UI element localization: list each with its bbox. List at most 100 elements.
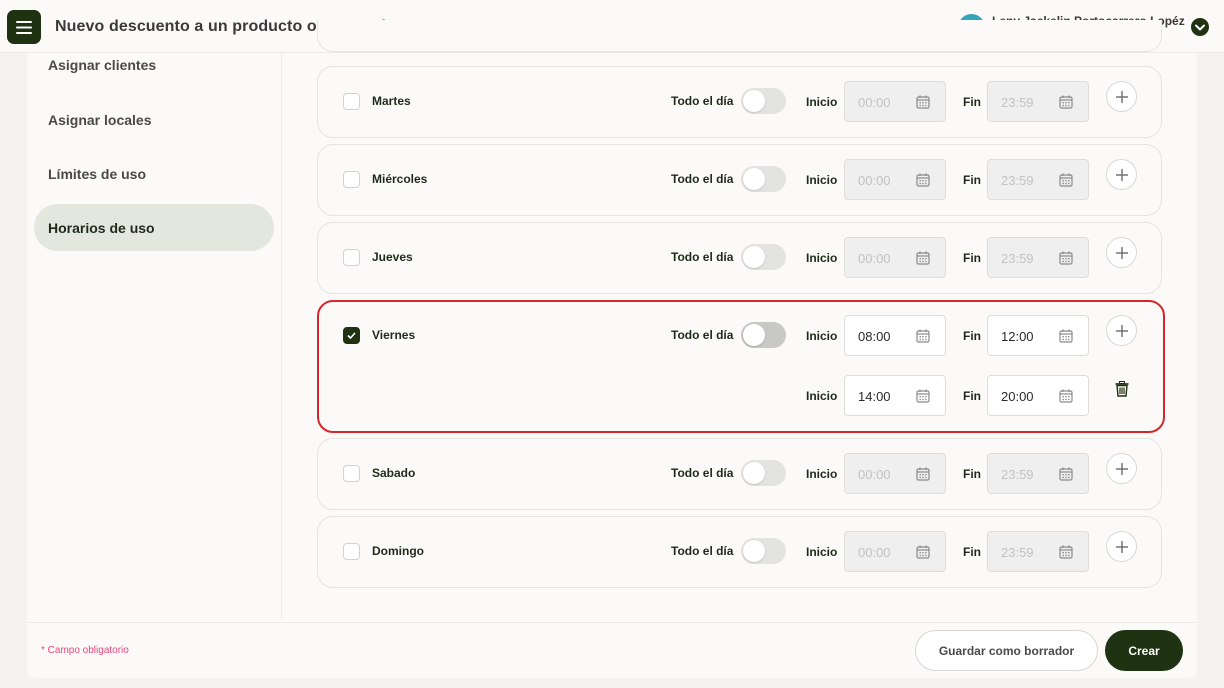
plus-icon — [1115, 168, 1128, 181]
day-miercoles-all-day-toggle[interactable] — [741, 166, 786, 192]
calendar-icon — [916, 389, 930, 403]
calendar-icon — [916, 545, 930, 559]
day-martes-slot0-end-label: Fin — [963, 95, 981, 109]
time-value: 23:59 — [1001, 545, 1034, 560]
day-sabado-slot0-start-time[interactable]: 00:00 — [844, 453, 946, 494]
calendar-icon — [916, 251, 930, 265]
day-sabado-slot0-end-label: Fin — [963, 467, 981, 481]
day-viernes-slot0-start-time[interactable]: 08:00 — [844, 315, 946, 356]
day-martes-all-day-toggle[interactable] — [741, 88, 786, 114]
calendar-icon — [1059, 95, 1073, 109]
day-domingo-slot0-start-time[interactable]: 00:00 — [844, 531, 946, 572]
day-domingo-all-day-label: Todo el día — [671, 544, 734, 558]
sidebar-divider — [281, 53, 282, 620]
calendar-icon — [916, 329, 930, 343]
day-viernes-slot0-end-label: Fin — [963, 329, 981, 343]
day-viernes-all-day-toggle[interactable] — [741, 322, 786, 348]
calendar-icon — [1059, 467, 1073, 481]
time-value: 08:00 — [858, 329, 891, 344]
day-miercoles-slot0-start-time[interactable]: 00:00 — [844, 159, 946, 200]
time-value: 12:00 — [1001, 329, 1034, 344]
day-viernes-checkbox[interactable] — [343, 327, 360, 344]
footer-divider — [27, 622, 1197, 623]
calendar-icon — [1059, 329, 1073, 343]
toggle-knob — [743, 462, 765, 484]
day-miercoles-slot0-end-time[interactable]: 23:59 — [987, 159, 1089, 200]
day-miercoles-label: Miércoles — [372, 172, 428, 186]
day-sabado-slot0-start-label: Inicio — [806, 467, 838, 481]
calendar-icon — [916, 467, 930, 481]
day-martes-checkbox[interactable] — [343, 93, 360, 110]
day-jueves-slot0-start-time[interactable]: 00:00 — [844, 237, 946, 278]
day-miercoles-all-day-label: Todo el día — [671, 172, 734, 186]
toggle-knob — [743, 246, 765, 268]
day-viernes-slot1-delete-button[interactable] — [1115, 381, 1129, 402]
time-value: 14:00 — [858, 389, 891, 404]
day-martes-add-slot-button[interactable] — [1106, 81, 1137, 112]
day-miercoles-add-slot-button[interactable] — [1106, 159, 1137, 190]
day-viernes-label: Viernes — [372, 328, 416, 342]
day-viernes-all-day-label: Todo el día — [671, 328, 734, 342]
sidebar-item-limites-de-uso[interactable]: Límites de uso — [48, 166, 146, 182]
day-jueves-all-day-label: Todo el día — [671, 250, 734, 264]
menu-button[interactable] — [7, 10, 41, 44]
day-jueves-slot0-start-label: Inicio — [806, 251, 838, 265]
day-viernes-slot1-end-time[interactable]: 20:00 — [987, 375, 1089, 416]
day-martes-slot0-start-label: Inicio — [806, 95, 838, 109]
time-value: 00:00 — [858, 545, 891, 560]
day-sabado-label: Sabado — [372, 466, 416, 480]
day-domingo-add-slot-button[interactable] — [1106, 531, 1137, 562]
day-domingo-checkbox[interactable] — [343, 543, 360, 560]
day-jueves-label: Jueves — [372, 250, 413, 264]
plus-icon — [1115, 246, 1128, 259]
calendar-icon — [1059, 251, 1073, 265]
sidebar-item-horarios-de-uso[interactable]: Horarios de uso — [48, 220, 155, 236]
day-viernes-slot1-start-label: Inicio — [806, 389, 838, 403]
time-value: 20:00 — [1001, 389, 1034, 404]
day-miercoles-checkbox[interactable] — [343, 171, 360, 188]
user-menu-toggle[interactable] — [1191, 18, 1209, 36]
day-miercoles-slot0-start-label: Inicio — [806, 173, 838, 187]
toggle-knob — [743, 90, 765, 112]
day-viernes-slot1-end-label: Fin — [963, 389, 981, 403]
day-viernes-slot0-end-time[interactable]: 12:00 — [987, 315, 1089, 356]
sidebar-item-asignar-clientes[interactable]: Asignar clientes — [48, 57, 156, 73]
day-sabado-checkbox[interactable] — [343, 465, 360, 482]
day-martes-label: Martes — [372, 94, 411, 108]
day-domingo-slot0-start-label: Inicio — [806, 545, 838, 559]
chevron-down-icon — [1195, 24, 1205, 30]
day-domingo-slot0-end-time[interactable]: 23:59 — [987, 531, 1089, 572]
required-field-note: * Campo obligatorio — [41, 645, 129, 656]
time-value: 23:59 — [1001, 467, 1034, 482]
day-row-partial — [317, 20, 1162, 52]
day-jueves-slot0-end-time[interactable]: 23:59 — [987, 237, 1089, 278]
day-viernes-add-slot-button[interactable] — [1106, 315, 1137, 346]
day-jueves-checkbox[interactable] — [343, 249, 360, 266]
day-sabado-slot0-end-time[interactable]: 23:59 — [987, 453, 1089, 494]
sidebar-item-asignar-locales[interactable]: Asignar locales — [48, 112, 152, 128]
day-martes-slot0-end-time[interactable]: 23:59 — [987, 81, 1089, 122]
day-domingo-all-day-toggle[interactable] — [741, 538, 786, 564]
day-viernes-slot1-start-time[interactable]: 14:00 — [844, 375, 946, 416]
create-button[interactable]: Crear — [1105, 630, 1183, 671]
day-martes-all-day-label: Todo el día — [671, 94, 734, 108]
time-value: 00:00 — [858, 173, 891, 188]
day-sabado-all-day-label: Todo el día — [671, 466, 734, 480]
calendar-icon — [1059, 545, 1073, 559]
calendar-icon — [1059, 173, 1073, 187]
day-sabado-all-day-toggle[interactable] — [741, 460, 786, 486]
day-jueves-add-slot-button[interactable] — [1106, 237, 1137, 268]
save-draft-button[interactable]: Guardar como borrador — [915, 630, 1098, 671]
day-jueves-all-day-toggle[interactable] — [741, 244, 786, 270]
day-domingo-slot0-end-label: Fin — [963, 545, 981, 559]
day-jueves-slot0-end-label: Fin — [963, 251, 981, 265]
plus-icon — [1115, 90, 1128, 103]
day-sabado-add-slot-button[interactable] — [1106, 453, 1137, 484]
hamburger-icon — [16, 20, 32, 34]
toggle-knob — [743, 324, 765, 346]
day-domingo-label: Domingo — [372, 544, 424, 558]
trash-icon — [1115, 381, 1129, 397]
calendar-icon — [1059, 389, 1073, 403]
plus-icon — [1115, 462, 1128, 475]
day-martes-slot0-start-time[interactable]: 00:00 — [844, 81, 946, 122]
